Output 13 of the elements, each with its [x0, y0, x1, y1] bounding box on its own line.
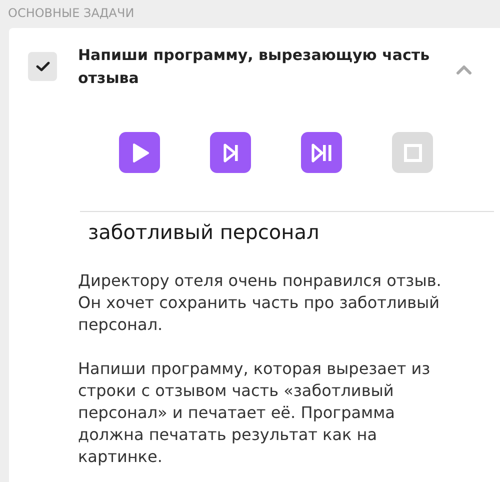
- step-pause-button[interactable]: [301, 132, 342, 173]
- task-title: Напиши программу, вырезающую часть отзыва: [78, 45, 431, 89]
- task-description: Директору отеля очень понравился отзыв. Он хочет сохранить часть про заботливый персонал.: [78, 270, 442, 336]
- section-title: ОСНОВНЫЕ ЗАДАЧИ: [7, 5, 136, 22]
- output-text: заботливый персонал: [88, 220, 320, 244]
- play-button[interactable]: [119, 132, 160, 173]
- step-button[interactable]: [210, 132, 251, 173]
- checkmark-icon: [36, 61, 50, 72]
- checkbox[interactable]: [28, 52, 57, 81]
- step-pause-icon: [310, 142, 332, 164]
- chevron-icon[interactable]: [456, 65, 472, 75]
- task-description: Напиши программу, которая вырезает из строки с отзывом часть «заботливый персонал» и печатает её. Программа должна печатать результат как на картинке.: [78, 358, 432, 468]
- stop-icon: [402, 142, 424, 164]
